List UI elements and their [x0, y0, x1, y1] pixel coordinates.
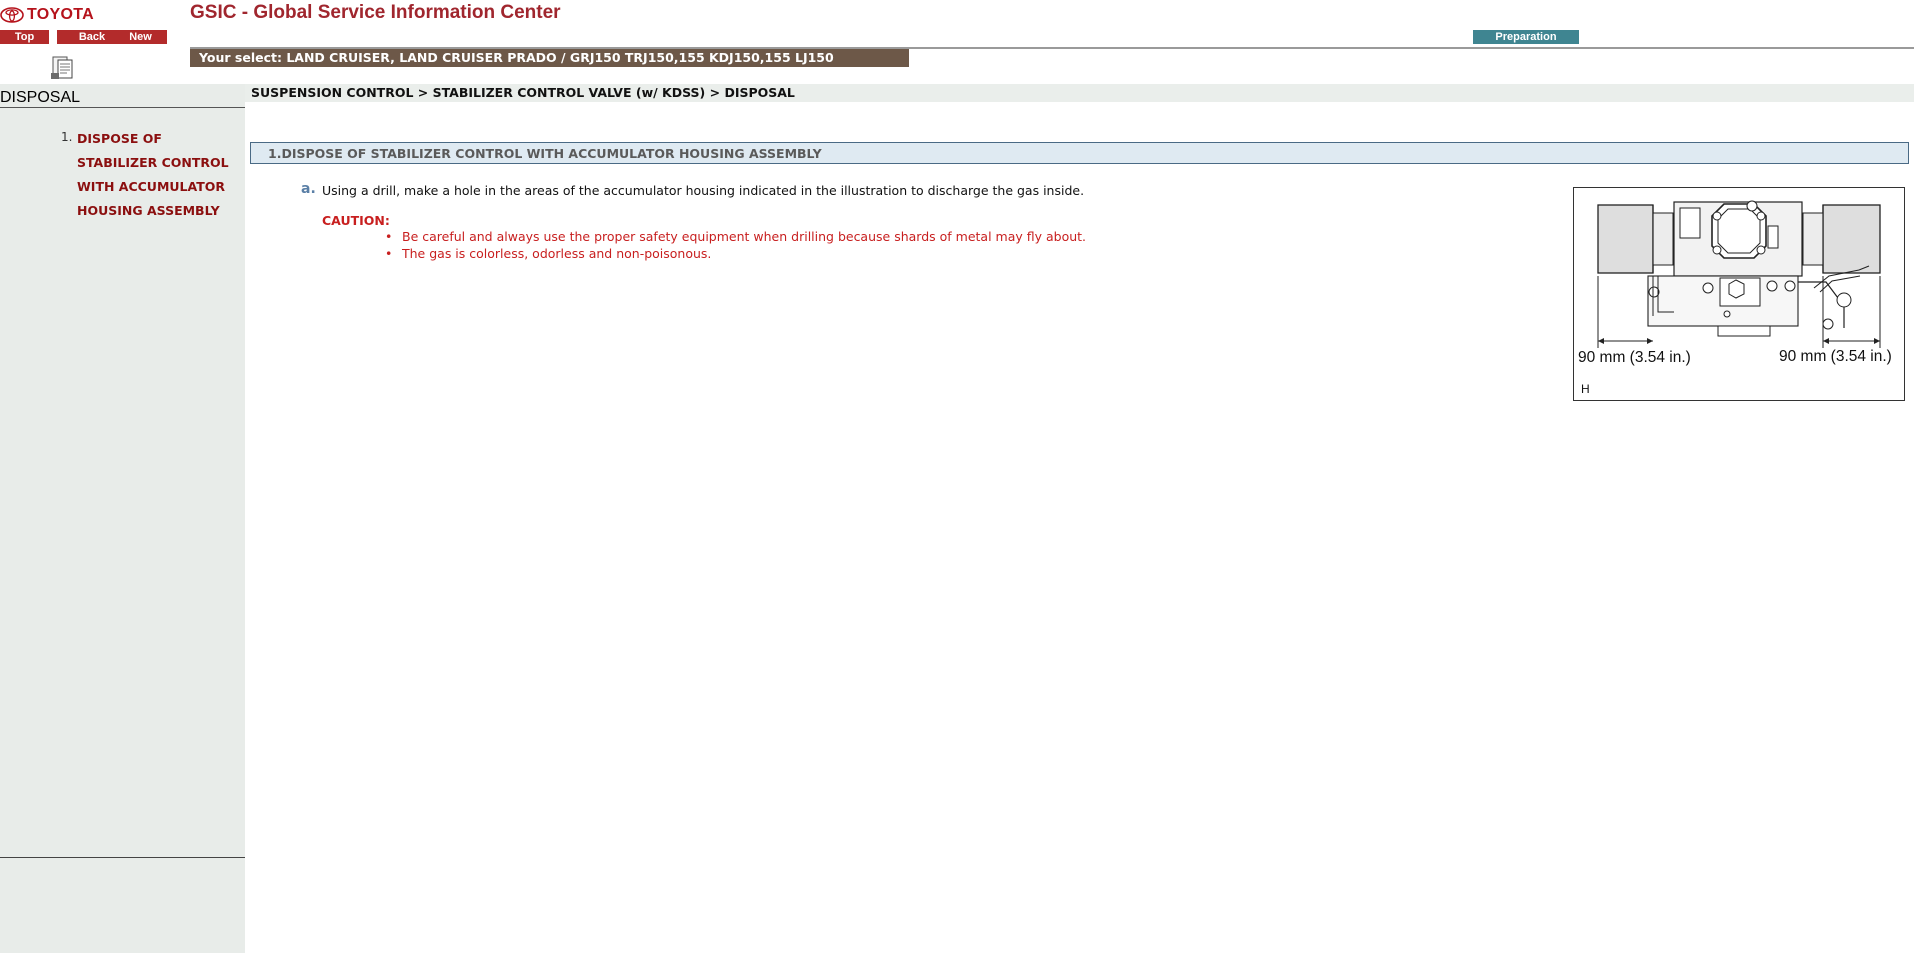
sidebar-title-divider — [0, 107, 245, 108]
top-button[interactable]: Top — [0, 30, 49, 44]
sidebar-bottom-divider — [0, 857, 245, 858]
accumulator-housing-drawing — [1597, 200, 1881, 348]
preparation-button[interactable]: Preparation — [1473, 30, 1579, 44]
dimension-left-label: 90 mm (3.54 in.) — [1578, 349, 1691, 366]
logo-text: TOYOTA — [27, 6, 94, 23]
breadcrumb: SUSPENSION CONTROL > STABILIZER CONTROL … — [251, 85, 795, 100]
toyota-emblem-icon — [0, 7, 24, 23]
new-button[interactable]: New — [114, 30, 167, 44]
document-icon[interactable] — [49, 54, 79, 80]
step-text: Using a drill, make a hole in the areas … — [322, 183, 1085, 198]
caution-item: Be careful and always use the proper saf… — [385, 228, 1086, 245]
caution-item: The gas is colorless, odorless and non-p… — [385, 245, 1086, 262]
caution-list: Be careful and always use the proper saf… — [385, 228, 1086, 262]
figure-code: H — [1581, 382, 1590, 396]
toyota-logo: TOYOTA — [0, 4, 94, 26]
accumulator-illustration[interactable] — [1573, 187, 1905, 401]
dimension-right-label: 90 mm (3.54 in.) — [1779, 348, 1892, 365]
step-label: a. — [301, 181, 316, 197]
caution-label: CAUTION: — [322, 213, 390, 228]
toc-item-number: 1. — [61, 130, 73, 144]
sidebar-title: DISPOSAL — [0, 89, 81, 106]
app-title: GSIC - Global Service Information Center — [190, 2, 561, 23]
vehicle-selection-bar: Your select: LAND CRUISER, LAND CRUISER … — [190, 49, 909, 67]
toc-item-dispose-link[interactable]: DISPOSE OF STABILIZER CONTROL WITH ACCUM… — [77, 127, 242, 223]
section-header: 1.DISPOSE OF STABILIZER CONTROL WITH ACC… — [250, 142, 1909, 164]
